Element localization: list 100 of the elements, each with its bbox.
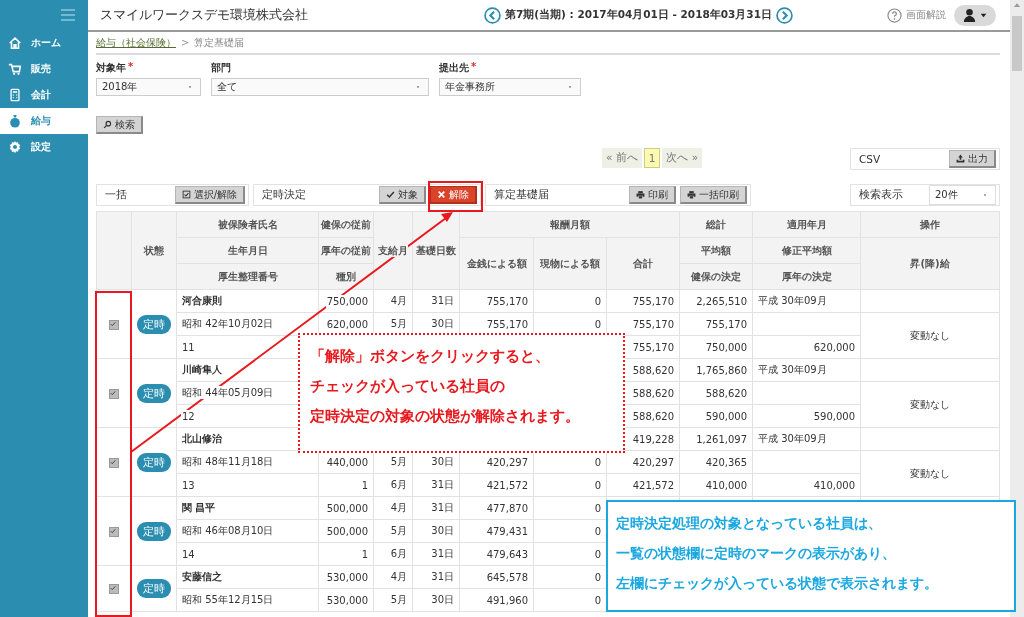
table-cell: 420,365 [679, 450, 753, 474]
column-header: 厚生整理番号 [176, 263, 319, 290]
settings-icon [8, 140, 22, 154]
table-cell: 昭和 46年08月10日 [176, 519, 319, 543]
select-field[interactable]: 年金事務所 [439, 78, 581, 96]
breadcrumb-link[interactable]: 給与（社会保険） [96, 35, 176, 50]
table-cell: 590,000 [679, 404, 753, 428]
column-header: 現物による額 [533, 237, 607, 290]
table-cell: 750,000 [679, 335, 753, 359]
sidebar-item[interactable]: 販売 [0, 56, 88, 82]
column-header: 昇(降)給 [860, 237, 1000, 290]
required-mark: * [471, 61, 477, 74]
checkbox[interactable] [109, 319, 119, 330]
table-cell: 31日 [412, 289, 460, 313]
status-badge: 定時 [137, 521, 171, 541]
chevron-right-icon [776, 6, 793, 24]
sidebar-item[interactable]: 会計 [0, 82, 88, 108]
required-mark: * [128, 61, 134, 74]
column-header: 総計 [679, 211, 753, 238]
previous-page-button[interactable]: « 前へ [602, 148, 642, 168]
action-button[interactable]: 一括印刷 [680, 186, 747, 204]
upload-icon [956, 154, 965, 163]
table-cell: 477,870 [459, 496, 534, 520]
fiscal-period: 第7期(当期) : 2017年04月01日 - 2018年03月31日 [505, 8, 772, 22]
printer-icon [636, 190, 645, 199]
scrollbar[interactable] [1010, 0, 1024, 617]
breadcrumb-separator: > [181, 37, 190, 48]
panel-label: 定時決定 [262, 188, 306, 202]
sidebar-item[interactable]: 設定 [0, 134, 88, 160]
column-header: 健保の従前 [318, 211, 374, 238]
export-button[interactable]: 出力 [949, 150, 996, 168]
column-header: 適用年月 [752, 211, 861, 238]
table-cell: 1 [318, 473, 374, 497]
select-field[interactable]: 2018年 [96, 78, 201, 96]
table-cell: 755,170 [679, 312, 753, 336]
next-period-button[interactable] [776, 6, 793, 24]
action-button[interactable]: 対象 [379, 186, 426, 204]
sidebar-item[interactable]: 給与 [0, 108, 88, 134]
table-cell: 755,170 [459, 289, 534, 313]
column-header: 操作 [860, 211, 1000, 238]
table-cell: 6月 [373, 473, 413, 497]
table-cell: 4月 [373, 289, 413, 313]
table-cell: 410,000 [679, 473, 753, 497]
table-cell: 645,578 [459, 565, 534, 589]
help-link[interactable]: 画面解説 [887, 7, 946, 23]
table-cell: 変動なし [860, 381, 1000, 428]
column-header: 平均額 [679, 237, 753, 264]
scroll-thumb[interactable] [1012, 16, 1022, 71]
column-header: 被保険者氏名 [176, 211, 319, 238]
table-cell: 6月 [373, 542, 413, 566]
table-cell: 昭和 55年12月15日 [176, 588, 319, 612]
table-cell: 0 [533, 473, 607, 497]
table-cell: 479,643 [459, 542, 534, 566]
sidebar-item[interactable]: ホーム [0, 30, 88, 56]
table-cell: 31日 [412, 496, 460, 520]
action-button[interactable]: 選択/解除 [174, 186, 245, 204]
table-cell: 491,960 [459, 588, 534, 612]
printer-icon [687, 190, 696, 199]
select-field[interactable]: 全て [211, 78, 429, 96]
column-header: 合計 [606, 237, 680, 290]
user-menu-button[interactable] [954, 4, 996, 26]
table-cell: 安藤信之 [176, 565, 319, 589]
status-badge: 定時 [137, 452, 171, 472]
checkbox[interactable] [109, 388, 119, 399]
table-cell: 530,000 [318, 565, 374, 589]
check-icon [386, 190, 395, 199]
status-badge: 定時 [137, 383, 171, 403]
field-label: 部門 [211, 61, 231, 75]
action-button[interactable]: 印刷 [629, 186, 676, 204]
table-cell: 755,170 [606, 289, 680, 313]
page-size-select[interactable]: 20件 [929, 185, 996, 205]
chevron-left-icon [484, 6, 501, 24]
table-cell: 平成 30年09月 [752, 358, 861, 382]
table-cell: 1 [318, 542, 374, 566]
search-button[interactable]: 検索 [96, 116, 143, 134]
column-header: 金銭による額 [459, 237, 534, 290]
table-cell: 421,572 [459, 473, 534, 497]
help-icon [887, 7, 902, 23]
action-button[interactable]: 解除 [430, 186, 477, 204]
check-icon [110, 585, 116, 591]
page-size-label: 検索表示 [859, 188, 903, 202]
table-cell: 30日 [412, 519, 460, 543]
table-cell: 31日 [412, 473, 460, 497]
column-header: 基礎日数 [412, 211, 460, 290]
table-cell: 500,000 [318, 519, 374, 543]
table-cell: 昭和 42年10月02日 [176, 312, 319, 336]
next-page-button[interactable]: 次へ » [662, 148, 703, 168]
checkbox[interactable] [109, 457, 119, 468]
page-button[interactable]: 1 [643, 148, 661, 168]
table-cell: 変動なし [860, 312, 1000, 359]
table-cell: 31日 [412, 565, 460, 589]
annotation-note: 定時決定処理の対象となっている社員は、 一覧の状態欄に定時のマークの表示があり、 左欄にチェックが入っている状態で表示されます。 [606, 500, 1016, 612]
panel-label: 一括 [105, 188, 127, 202]
checkbox[interactable] [109, 526, 119, 537]
checkbox[interactable] [109, 584, 119, 594]
person-icon [962, 7, 977, 23]
table-cell: 平成 30年09月 [752, 289, 861, 313]
column-header: 生年月日 [176, 237, 319, 264]
table-cell: 変動なし [860, 450, 1000, 497]
previous-period-button[interactable] [484, 6, 501, 24]
